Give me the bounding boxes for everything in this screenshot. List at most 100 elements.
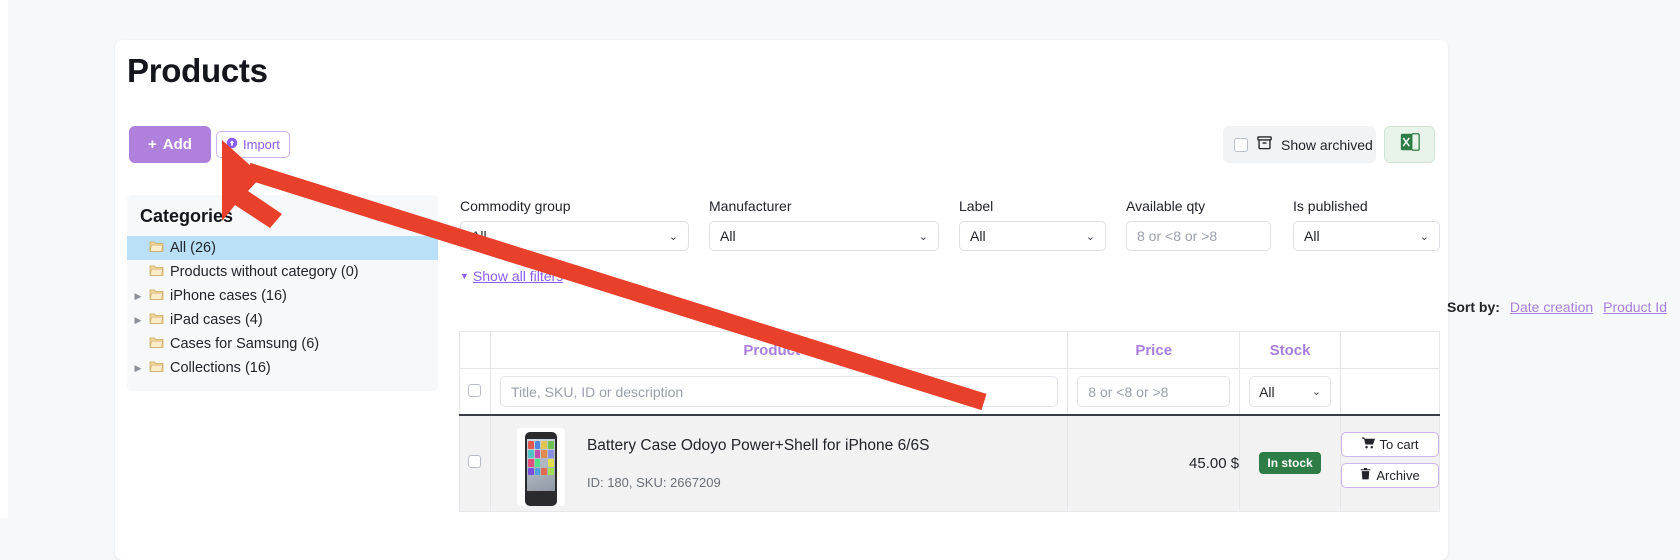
product-title[interactable]: Battery Case Odoyo Power+Shell for iPhon…: [587, 428, 929, 455]
folder-icon: [149, 240, 164, 256]
row-stock-cell: In stock: [1239, 414, 1342, 512]
excel-export-icon: [1399, 131, 1421, 158]
sort-option-date-creation[interactable]: Date creation: [1510, 299, 1593, 315]
product-thumbnail: [516, 428, 565, 507]
archive-label: Archive: [1376, 468, 1420, 484]
import-button-label: Import: [243, 137, 280, 152]
filter-label: Commodity group: [460, 198, 571, 214]
manufacturer-value: All: [720, 228, 736, 244]
chevron-right-icon[interactable]: ▶: [127, 315, 149, 326]
folder-icon: [149, 360, 164, 376]
sort-by-bar: Sort by: Date creation Product Id: [1447, 299, 1667, 315]
manufacturer-select[interactable]: All ⌄: [709, 221, 939, 251]
row-product-cell: Battery Case Odoyo Power+Shell for iPhon…: [489, 414, 1069, 512]
table-header-row: Product ▲ Price Stock: [459, 331, 1440, 369]
table-row: Battery Case Odoyo Power+Shell for iPhon…: [459, 414, 1440, 512]
category-label: Cases for Samsung (6): [170, 336, 320, 352]
commodity-group-select[interactable]: All ⌄: [460, 221, 689, 251]
filter-commodity-group: Commodity group All ⌄: [460, 198, 689, 251]
table-head: Product ▲ Price Stock Title, SKU, ID or …: [459, 331, 1440, 416]
filter-label: Available qty: [1126, 198, 1206, 214]
header-stock-label: Stock: [1269, 341, 1311, 359]
sort-option-product-id[interactable]: Product Id: [1603, 299, 1667, 315]
row-actions-cell: To cart Archive: [1340, 414, 1440, 512]
trash-icon: [1360, 468, 1371, 483]
header-price[interactable]: Price: [1067, 331, 1241, 369]
chevron-down-icon: ⌄: [1085, 230, 1095, 243]
category-label: Products without category (0): [170, 264, 359, 280]
price-filter-placeholder: 8 or <8 or >8: [1088, 383, 1169, 400]
is-published-value: All: [1304, 228, 1320, 244]
plus-icon: +: [148, 136, 157, 153]
is-published-select[interactable]: All ⌄: [1293, 221, 1440, 251]
upload-icon: [226, 137, 238, 152]
status-badge: In stock: [1259, 452, 1321, 475]
show-all-filters-label: Show all filters: [472, 268, 564, 284]
header-product[interactable]: Product ▲: [489, 331, 1069, 369]
row-checkbox[interactable]: [468, 455, 482, 469]
select-all-checkbox[interactable]: [468, 383, 482, 397]
actions-filter-cell: [1340, 368, 1440, 416]
table-filter-row: Title, SKU, ID or description 8 or <8 or…: [459, 368, 1440, 416]
to-cart-button[interactable]: To cart: [1341, 432, 1439, 458]
folder-icon: [149, 264, 164, 280]
stock-filter-cell: All ⌄: [1239, 368, 1342, 416]
product-search-placeholder: Title, SKU, ID or description: [510, 383, 684, 400]
left-page-gutter: [0, 0, 8, 518]
row-price: 45.00 $: [1067, 414, 1241, 512]
label-select[interactable]: All ⌄: [959, 221, 1106, 251]
filter-label-field: Label All ⌄: [959, 198, 1106, 251]
select-all-cell[interactable]: [459, 368, 491, 416]
show-archived-checkbox[interactable]: [1234, 137, 1248, 152]
import-button[interactable]: Import: [216, 131, 290, 158]
category-item-collections[interactable]: ▶ Collections (16): [127, 356, 438, 380]
chevron-down-icon: ⌄: [1311, 386, 1322, 398]
phone-image: [524, 432, 557, 507]
chevron-down-icon: ⌄: [668, 230, 678, 243]
add-button-label: Add: [162, 136, 192, 153]
archive-box-icon: [1256, 134, 1273, 156]
category-item-iphone-cases[interactable]: ▶ iPhone cases (16): [127, 284, 438, 308]
table-body: Battery Case Odoyo Power+Shell for iPhon…: [459, 414, 1440, 512]
add-button[interactable]: + Add: [129, 126, 211, 163]
filter-available-qty: Available qty 8 or <8 or >8: [1126, 198, 1271, 251]
filter-is-published: Is published All ⌄: [1293, 198, 1440, 251]
header-actions: [1340, 331, 1440, 369]
chevron-right-icon[interactable]: ▶: [127, 291, 149, 302]
category-item-ipad-cases[interactable]: ▶ iPad cases (4): [127, 308, 438, 332]
header-product-label: Product: [743, 341, 801, 359]
cart-icon: [1361, 437, 1375, 452]
category-item-all[interactable]: All (26): [127, 236, 438, 260]
available-qty-input[interactable]: 8 or <8 or >8: [1126, 221, 1271, 251]
header-price-label: Price: [1135, 341, 1173, 359]
header-stock[interactable]: Stock: [1239, 331, 1342, 369]
chevron-down-icon: ⌄: [1419, 230, 1429, 243]
category-item-products-without-category[interactable]: Products without category (0): [127, 260, 438, 284]
folder-icon: [149, 336, 164, 352]
available-qty-placeholder: 8 or <8 or >8: [1137, 228, 1218, 244]
folder-icon: [149, 288, 164, 304]
category-label: All (26): [170, 240, 216, 256]
row-select-cell[interactable]: [459, 414, 491, 512]
categories-title: Categories: [140, 206, 234, 226]
stock-filter-select[interactable]: All ⌄: [1249, 376, 1332, 407]
header-select-all: [459, 331, 491, 369]
product-search-input[interactable]: Title, SKU, ID or description: [499, 376, 1059, 407]
label-value: All: [970, 228, 986, 244]
show-archived-toggle[interactable]: Show archived: [1223, 126, 1376, 163]
to-cart-label: To cart: [1379, 437, 1419, 453]
chevron-right-icon[interactable]: ▶: [127, 363, 149, 374]
product-meta: ID: 180, SKU: 2667209: [586, 475, 721, 491]
archive-button[interactable]: Archive: [1341, 463, 1439, 489]
chevron-down-icon: ⌄: [918, 230, 928, 243]
commodity-group-value: All: [471, 228, 487, 244]
filter-manufacturer: Manufacturer All ⌄: [709, 198, 939, 251]
filter-label: Manufacturer: [709, 198, 792, 214]
stock-filter-value: All: [1259, 383, 1275, 400]
category-label: iPad cases (4): [170, 312, 263, 328]
category-label: iPhone cases (16): [170, 288, 287, 304]
show-all-filters-link[interactable]: ▼ Show all filters: [460, 268, 563, 284]
category-item-cases-for-samsung[interactable]: Cases for Samsung (6): [127, 332, 438, 356]
price-filter-input[interactable]: 8 or <8 or >8: [1077, 376, 1231, 407]
export-excel-button[interactable]: [1384, 126, 1435, 163]
